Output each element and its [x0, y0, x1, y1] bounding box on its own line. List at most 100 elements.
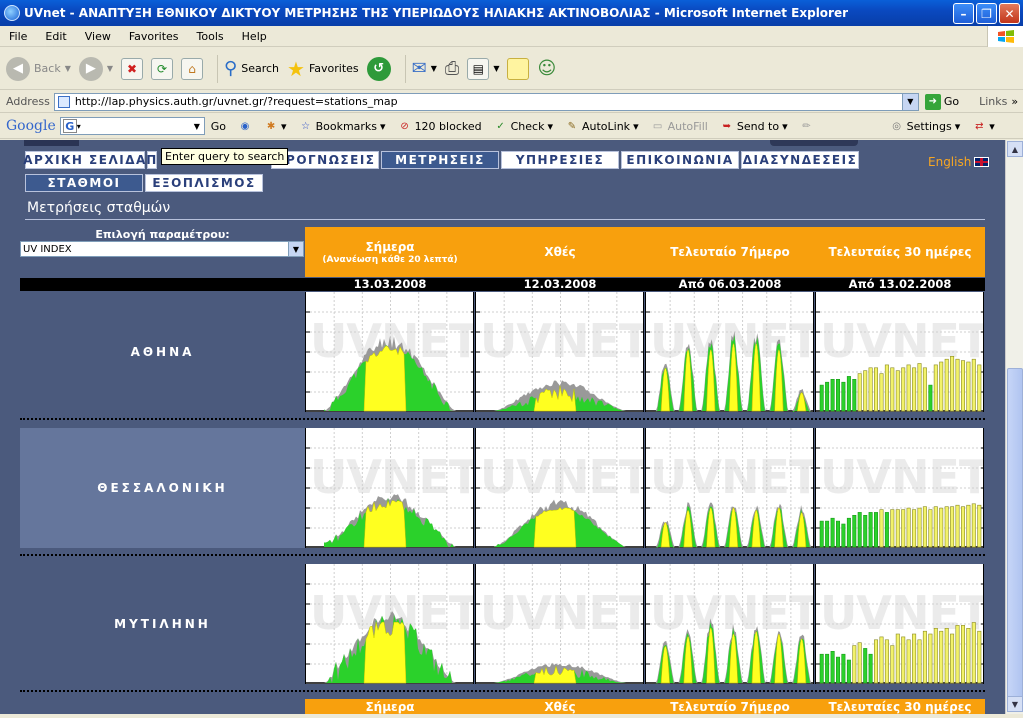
col-today: Σήμερα (Ανανέωση κάθε 20 λεπτά) [305, 227, 475, 277]
autofill-button[interactable]: ▭ AutoFill [651, 119, 708, 133]
chart-today[interactable]: UVNET [305, 564, 474, 684]
mail-button[interactable]: ✉ ▼ [412, 58, 437, 79]
chart-yesterday[interactable]: UVNET [475, 564, 644, 684]
chart-today[interactable]: UVNET [305, 292, 474, 412]
nav-hidden-item[interactable]: Π [146, 151, 157, 169]
language-label: English [928, 155, 972, 169]
address-dropdown-icon[interactable]: ▼ [901, 93, 918, 110]
station-name[interactable]: ΑΘΗΝΑ [20, 292, 305, 412]
st2-month-bar-2 [830, 651, 835, 684]
nav-contact[interactable]: ΕΠΙΚΟΙΝΩΝΙΑ [621, 151, 739, 169]
nav-home[interactable]: ΑΡΧΙΚΗ ΣΕΛΙΔΑ [23, 151, 145, 169]
settings-button[interactable]: ◎ Settings ▾ [890, 119, 960, 133]
subnav-equipment[interactable]: ΕΞΟΠΛΙΣΜΟΣ [145, 174, 263, 192]
vertical-scrollbar[interactable]: ▲ ▼ [1005, 140, 1023, 714]
chart-month[interactable]: UVNET [815, 428, 984, 548]
chart-week[interactable]: UVNET [645, 428, 814, 548]
st1-month-bar-29 [977, 504, 982, 548]
back-button[interactable]: ◀ Back ▼ [6, 56, 71, 81]
scroll-down-icon[interactable]: ▼ [1007, 696, 1023, 712]
chevron-icon[interactable]: » [1011, 95, 1018, 108]
parameter-select[interactable]: UV INDEX ▼ [20, 241, 304, 257]
refresh-button[interactable]: ⟳ [151, 57, 174, 80]
chart-svg-today [306, 564, 473, 684]
popup-blocker-button[interactable]: ⊘ 120 blocked [398, 119, 481, 133]
st2-month-bar-3 [835, 656, 840, 684]
bookmarks-label: Bookmarks [315, 119, 378, 133]
st2-month-bar-13 [890, 645, 895, 684]
go-arrow-icon: ➜ [924, 93, 941, 110]
scroll-thumb[interactable] [1007, 368, 1023, 698]
menu-tools[interactable]: Tools [188, 30, 233, 43]
st2-month-bar-5 [846, 659, 851, 684]
close-button[interactable]: ✕ [999, 3, 1020, 24]
nav-links[interactable]: ΔΙΑΣΥΝΔΕΣΕΙΣ [741, 151, 859, 169]
stop-button[interactable]: ✖ [121, 57, 144, 80]
maximize-button[interactable]: ❐ [976, 3, 997, 24]
edit-button[interactable]: ▤ ▼ [467, 57, 499, 80]
station-name[interactable]: ΜΥΤΙΛΗΝΗ [20, 564, 305, 684]
google-dropdown-icon[interactable]: ▼ [190, 118, 204, 134]
search-button[interactable]: ⚲ Search [224, 58, 279, 79]
chart-week[interactable]: UVNET [645, 292, 814, 412]
st0-month-bar-27 [966, 361, 971, 412]
st0-month-bar-26 [961, 360, 966, 412]
date-yesterday: 12.03.2008 [523, 277, 597, 291]
st1-month-bar-19 [922, 506, 927, 548]
parameter-dropdown-icon[interactable]: ▼ [288, 242, 303, 256]
discuss-button[interactable] [507, 57, 530, 80]
menu-help[interactable]: Help [233, 30, 276, 43]
nav-measurements[interactable]: ΜΕΤΡΗΣΕΙΣ [381, 151, 499, 169]
go-button[interactable]: ➜ Go [924, 93, 960, 110]
st2-month-bar-1 [825, 653, 830, 684]
menu-file[interactable]: File [0, 30, 36, 43]
google-go-button[interactable]: Go [211, 120, 226, 133]
pencil-button[interactable]: ✏ [800, 119, 814, 133]
bookmark-star-icon: ☆ [301, 120, 311, 132]
history-button[interactable]: ↺ [366, 56, 391, 81]
google-puzzle-button[interactable]: ✱ ▾ [264, 119, 287, 133]
chart-month[interactable]: UVNET [815, 564, 984, 684]
chart-today[interactable]: UVNET [305, 428, 474, 548]
st1-month-bar-14 [895, 509, 900, 548]
station-name[interactable]: ΘΕΣΣΑΛΟΝΙΚΗ [20, 428, 305, 548]
print-button[interactable]: ⎙ [445, 58, 459, 79]
chart-month[interactable]: UVNET [815, 292, 984, 412]
spellcheck-button[interactable]: ✓ Check ▾ [494, 119, 553, 133]
translate-button[interactable]: ⇄ ▾ [972, 119, 995, 133]
st0-month-bar-11 [879, 373, 884, 412]
scroll-up-icon[interactable]: ▲ [1007, 141, 1023, 157]
st2-month-bar-6 [852, 645, 857, 684]
menu-edit[interactable]: Edit [36, 30, 75, 43]
messenger-icon: ☺ [537, 58, 557, 79]
minimize-button[interactable]: – [953, 3, 974, 24]
chart-week[interactable]: UVNET [645, 564, 814, 684]
links-button[interactable]: Links [979, 95, 1007, 108]
subnav-stations[interactable]: ΣΤΑΘΜΟΙ [25, 174, 143, 192]
favorites-label: Favorites [308, 62, 359, 75]
address-input[interactable]: http://lap.physics.auth.gr/uvnet.gr/?req… [53, 92, 919, 111]
bookmarks-button[interactable]: ☆ Bookmarks ▾ [299, 119, 385, 133]
col-month-title: Τελευταίες 30 ημέρες [828, 245, 972, 259]
language-switch[interactable]: English [928, 155, 990, 169]
google-search-input[interactable]: G ▾ ▼ [59, 117, 205, 135]
home-button[interactable]: ⌂ [181, 57, 204, 80]
forward-button[interactable]: ▶ ▼ [78, 56, 113, 81]
st1-month-bar-22 [939, 507, 944, 548]
st2-today-yellow-area [363, 621, 407, 684]
chart-yesterday[interactable]: UVNET [475, 292, 644, 412]
st2-month-bar-4 [841, 653, 846, 684]
nav-services[interactable]: ΥΠΗΡΕΣΙΕΣ [501, 151, 619, 169]
menu-favorites[interactable]: Favorites [120, 30, 188, 43]
chart-svg-week [646, 292, 813, 412]
google-globe-button[interactable]: ◉ [238, 119, 252, 133]
chart-yesterday[interactable]: UVNET [475, 428, 644, 548]
sendto-button[interactable]: ➥ Send to ▾ [720, 119, 788, 133]
google-logo[interactable]: Google [6, 118, 56, 134]
autolink-button[interactable]: ✎ AutoLink ▾ [565, 119, 639, 133]
menu-view[interactable]: View [76, 30, 120, 43]
sendto-label: Send to [736, 119, 780, 133]
favorites-button[interactable]: ★ Favorites [287, 57, 359, 81]
messenger-button[interactable]: ☺ [537, 58, 556, 79]
go-label: Go [943, 95, 960, 108]
